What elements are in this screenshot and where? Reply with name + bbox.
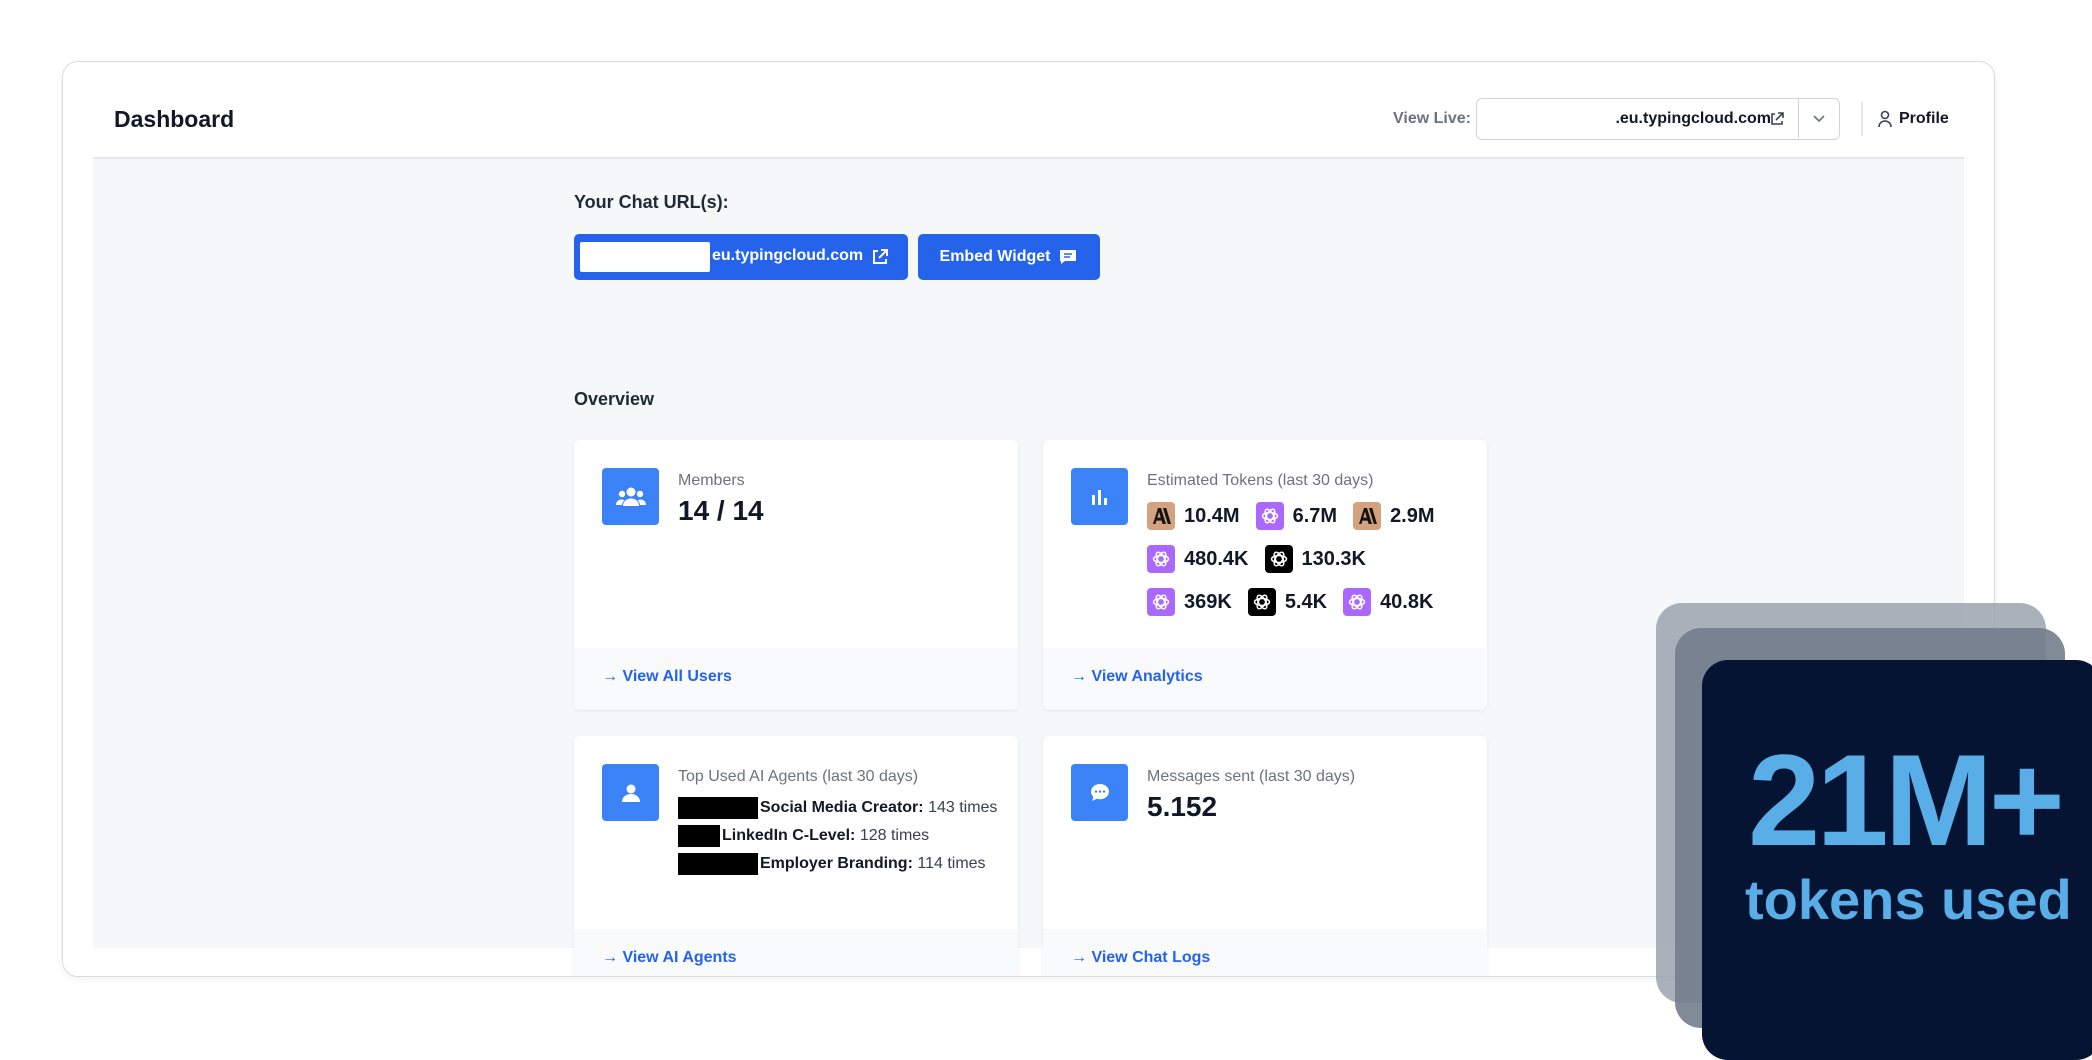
token-item: 5.4K	[1247, 588, 1328, 616]
openai-logo-icon	[1255, 502, 1284, 530]
tokens-footer: → View Analytics	[1043, 648, 1487, 710]
members-label: Members	[678, 472, 745, 489]
profile-label: Profile	[1899, 110, 1949, 127]
members-card: Members 14 / 14 → View All Users	[574, 440, 1018, 710]
openai-logo-icon	[1264, 545, 1293, 573]
token-value: 40.8K	[1380, 590, 1434, 613]
agents-list: Social Media Creator: 143 times LinkedIn…	[678, 796, 1008, 876]
token-item: 40.8K	[1343, 588, 1433, 616]
agent-item: Employer Branding: 114 times	[678, 852, 1008, 876]
header-bar: Dashboard View Live: .eu.typingcloud.com…	[93, 62, 1964, 159]
external-link-icon	[873, 249, 888, 264]
token-item: 6.7M	[1255, 502, 1338, 530]
token-value: 5.4K	[1284, 590, 1328, 613]
page-title: Dashboard	[114, 106, 235, 132]
token-value: 480.4K	[1184, 547, 1249, 570]
view-live-select[interactable]: .eu.typingcloud.com	[1476, 98, 1840, 140]
anthropic-logo-icon	[1353, 502, 1382, 530]
token-item: 130.3K	[1264, 545, 1367, 573]
agents-footer: → View AI Agents	[574, 929, 1018, 976]
badge-number: 21M+	[1748, 727, 2065, 873]
chat-url-text: eu.typingcloud.com	[712, 247, 864, 264]
token-row: 480.4K 130.3K	[1147, 545, 1477, 573]
openai-logo-icon	[1147, 588, 1175, 616]
agent-item: LinkedIn C-Level: 128 times	[678, 824, 1008, 848]
messages-label: Messages sent (last 30 days)	[1147, 768, 1356, 785]
openai-logo-icon	[1147, 545, 1175, 573]
token-item: 480.4K	[1147, 545, 1249, 573]
token-value: 6.7M	[1292, 504, 1338, 527]
message-icon	[1060, 250, 1077, 264]
select-divider	[1797, 99, 1799, 138]
token-value: 130.3K	[1301, 547, 1367, 570]
view-ai-agents-link[interactable]: → View AI Agents	[602, 949, 737, 967]
embed-widget-button[interactable]: Embed Widget	[918, 234, 1100, 280]
redacted-subdomain	[580, 242, 710, 272]
token-item: 369K	[1147, 588, 1232, 616]
user-icon	[1878, 110, 1892, 128]
badge-caption: tokens used	[1745, 868, 2072, 931]
messages-card: Messages sent (last 30 days) 5.152 → Vie…	[1043, 736, 1487, 976]
messages-value: 5.152	[1147, 791, 1218, 822]
view-chat-logs-link[interactable]: → View Chat Logs	[1071, 949, 1210, 967]
agent-item: Social Media Creator: 143 times	[678, 796, 1008, 820]
view-live-value: .eu.typingcloud.com	[1615, 110, 1771, 127]
users-icon	[602, 468, 659, 525]
tokens-list: 10.4M 6.7M 2.9M 480.4K 130.3K 369K 5.4K 40.8K	[1147, 502, 1477, 631]
chat-url-button[interactable]: eu.typingcloud.com	[574, 234, 908, 280]
header-separator	[1861, 102, 1863, 136]
chat-urls-label: Your Chat URL(s):	[574, 192, 729, 212]
redacted-name	[678, 796, 758, 819]
overview-label: Overview	[574, 389, 655, 409]
messages-footer: → View Chat Logs	[1043, 929, 1487, 976]
members-value: 14 / 14	[678, 495, 764, 526]
chevron-down-icon[interactable]	[1811, 112, 1827, 126]
anthropic-logo-icon	[1147, 502, 1175, 530]
external-link-icon[interactable]	[1769, 111, 1785, 127]
token-item: 10.4M	[1147, 502, 1240, 530]
view-live-label: View Live:	[1393, 110, 1471, 127]
token-row: 369K 5.4K 40.8K	[1147, 588, 1477, 616]
profile-button[interactable]: Profile	[1877, 108, 1949, 130]
openai-logo-icon	[1343, 588, 1372, 616]
openai-logo-icon	[1247, 588, 1276, 616]
members-footer: → View All Users	[574, 648, 1018, 710]
token-item: 2.9M	[1353, 502, 1435, 530]
token-value: 2.9M	[1390, 504, 1435, 527]
agents-card: Top Used AI Agents (last 30 days) Social…	[574, 736, 1018, 976]
token-value: 369K	[1184, 590, 1232, 613]
redacted-name	[678, 852, 758, 875]
token-row: 10.4M 6.7M 2.9M	[1147, 502, 1477, 530]
user-icon	[602, 764, 659, 821]
view-all-users-link[interactable]: → View All Users	[602, 668, 732, 686]
tokens-label: Estimated Tokens (last 30 days)	[1147, 472, 1374, 489]
tokens-card: Estimated Tokens (last 30 days) 10.4M 6.7…	[1043, 440, 1487, 710]
redacted-name	[678, 824, 720, 847]
chat-bubble-icon	[1071, 764, 1128, 821]
agents-label: Top Used AI Agents (last 30 days)	[678, 768, 919, 785]
token-value: 10.4M	[1184, 504, 1240, 527]
bar-chart-icon	[1071, 468, 1128, 525]
view-analytics-link[interactable]: → View Analytics	[1071, 668, 1203, 686]
embed-widget-label: Embed Widget	[939, 248, 1051, 265]
